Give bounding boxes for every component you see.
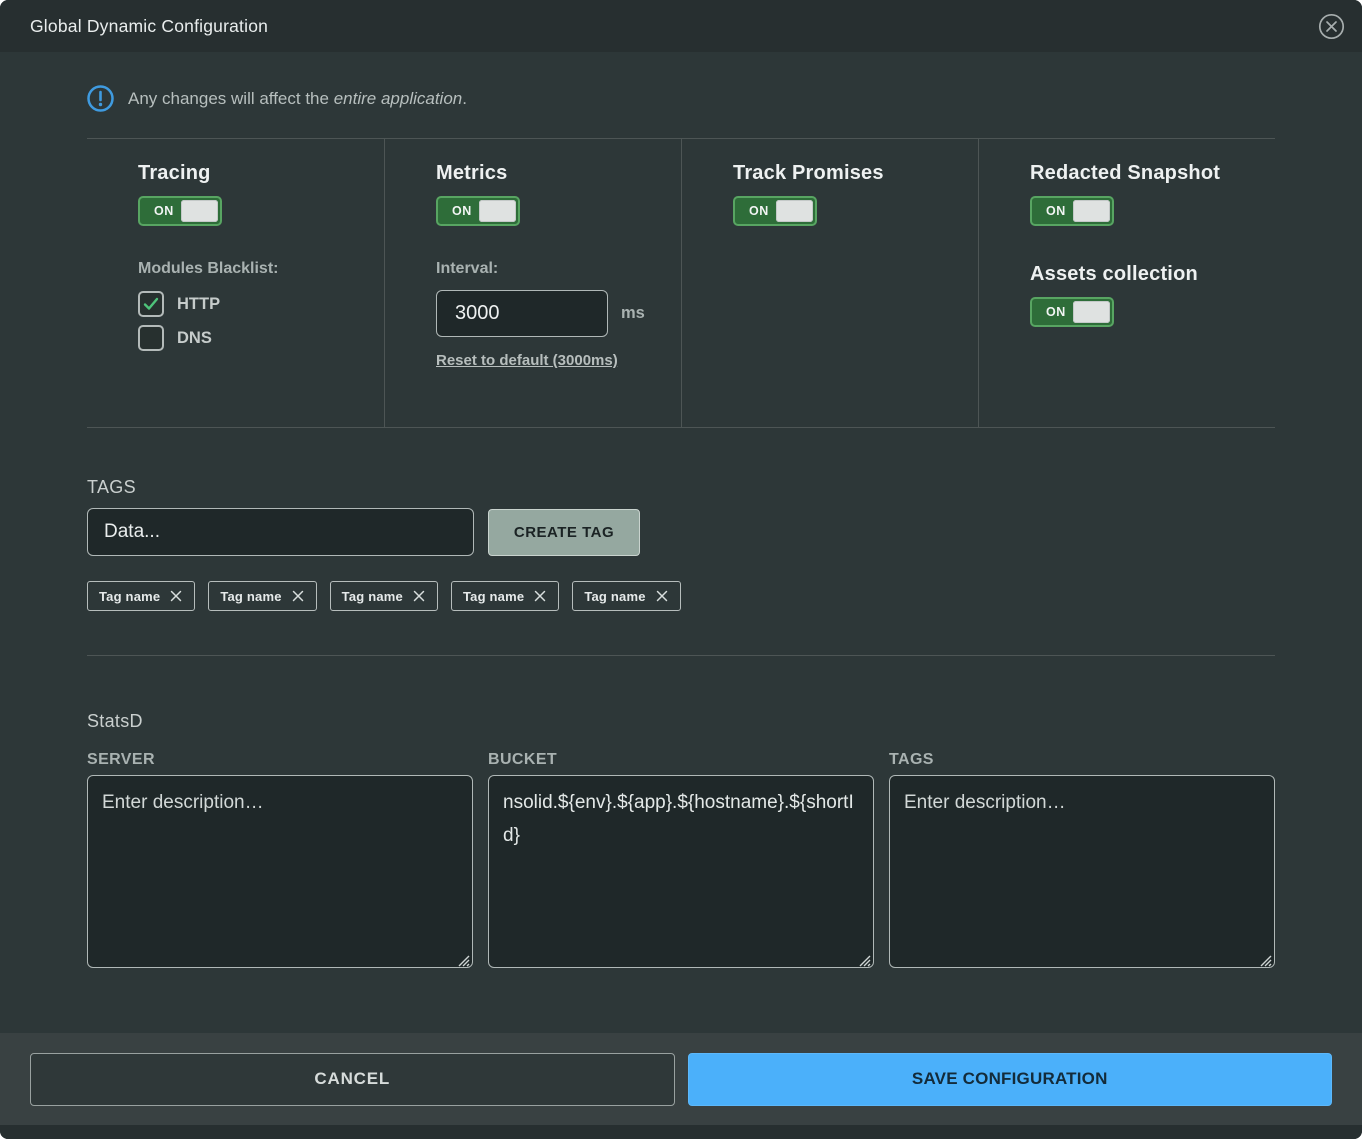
checkmark-icon xyxy=(143,297,159,311)
statsd-server-field: SERVER xyxy=(87,751,473,973)
assets-collection-title: Assets collection xyxy=(1030,263,1259,286)
interval-unit: ms xyxy=(621,304,645,323)
notice-text: Any changes will affect the entire appli… xyxy=(128,89,467,109)
tag-chip: Tag name xyxy=(451,581,559,611)
remove-tag-button[interactable] xyxy=(533,589,547,603)
x-icon xyxy=(655,589,669,603)
global-dynamic-configuration-modal: Global Dynamic Configuration Any changes… xyxy=(0,0,1362,1139)
interval-label: Interval: xyxy=(436,260,665,278)
modal-header: Global Dynamic Configuration xyxy=(0,0,1362,52)
modules-blacklist-label: Modules Blacklist: xyxy=(138,260,368,278)
statsd-tags-textarea[interactable] xyxy=(889,775,1275,968)
assets-collection-toggle[interactable]: ON xyxy=(1030,297,1114,327)
toggle-knob xyxy=(1073,200,1110,222)
http-checkbox[interactable] xyxy=(138,291,164,317)
info-icon xyxy=(87,85,114,112)
statsd-tags-field: TAGS xyxy=(889,751,1275,973)
save-configuration-button[interactable]: SAVE CONFIGURATION xyxy=(688,1053,1333,1106)
modal-body: Any changes will affect the entire appli… xyxy=(0,52,1362,1033)
toggle-knob xyxy=(181,200,218,222)
track-promises-title: Track Promises xyxy=(733,162,962,185)
tag-chip: Tag name xyxy=(572,581,680,611)
tag-chip-label: Tag name xyxy=(220,589,281,604)
interval-input[interactable] xyxy=(436,290,608,337)
tag-chip-list: Tag name Tag name Tag name Tag name Tag … xyxy=(87,581,1275,611)
tag-chip-label: Tag name xyxy=(342,589,403,604)
notice-banner: Any changes will affect the entire appli… xyxy=(87,85,1275,112)
redacted-snapshot-title: Redacted Snapshot xyxy=(1030,162,1259,185)
panel-redacted-snapshot: Redacted Snapshot ON Assets collection O… xyxy=(978,139,1275,427)
dns-checkbox[interactable] xyxy=(138,325,164,351)
tag-chip: Tag name xyxy=(330,581,438,611)
toggle-on-label: ON xyxy=(452,204,472,218)
bucket-label: BUCKET xyxy=(488,751,874,769)
statsd-grid: SERVER BUCKET nsolid.${env}.${app}.${hos… xyxy=(87,751,1275,973)
modal-footer: CANCEL SAVE CONFIGURATION xyxy=(0,1033,1362,1125)
tag-chip-label: Tag name xyxy=(463,589,524,604)
toggle-on-label: ON xyxy=(154,204,174,218)
redacted-snapshot-toggle[interactable]: ON xyxy=(1030,196,1114,226)
x-icon xyxy=(169,589,183,603)
metrics-title: Metrics xyxy=(436,162,665,185)
modal-bottom-edge xyxy=(0,1125,1362,1139)
tag-chip-label: Tag name xyxy=(584,589,645,604)
server-label: SERVER xyxy=(87,751,473,769)
toggle-on-label: ON xyxy=(1046,204,1066,218)
tag-chip: Tag name xyxy=(208,581,316,611)
checkbox-row-http[interactable]: HTTP xyxy=(138,291,368,317)
tags-input-row: CREATE TAG xyxy=(87,508,1275,556)
tag-chip: Tag name xyxy=(87,581,195,611)
page-title: Global Dynamic Configuration xyxy=(30,16,1317,37)
statsd-bucket-field: BUCKET nsolid.${env}.${app}.${hostname}.… xyxy=(488,751,874,973)
reset-default-link[interactable]: Reset to default (3000ms) xyxy=(436,352,618,369)
close-icon xyxy=(1318,13,1345,40)
metrics-toggle[interactable]: ON xyxy=(436,196,520,226)
track-promises-toggle[interactable]: ON xyxy=(733,196,817,226)
toggle-knob xyxy=(1073,301,1110,323)
toggle-on-label: ON xyxy=(1046,305,1066,319)
dns-checkbox-label: DNS xyxy=(177,329,212,348)
remove-tag-button[interactable] xyxy=(412,589,426,603)
remove-tag-button[interactable] xyxy=(291,589,305,603)
statsd-section: StatsD SERVER BUCKET nsolid.${env}.${app… xyxy=(87,711,1275,973)
x-icon xyxy=(533,589,547,603)
panel-tracing: Tracing ON Modules Blacklist: HTTP xyxy=(87,139,384,427)
x-icon xyxy=(291,589,305,603)
server-textarea[interactable] xyxy=(87,775,473,968)
tracing-toggle[interactable]: ON xyxy=(138,196,222,226)
panel-track-promises: Track Promises ON xyxy=(681,139,978,427)
toggle-knob xyxy=(776,200,813,222)
tags-section: TAGS CREATE TAG Tag name Tag name Tag na… xyxy=(87,477,1275,611)
tags-section-label: TAGS xyxy=(87,477,1275,498)
remove-tag-button[interactable] xyxy=(655,589,669,603)
section-divider xyxy=(87,655,1275,656)
remove-tag-button[interactable] xyxy=(169,589,183,603)
x-icon xyxy=(412,589,426,603)
close-button[interactable] xyxy=(1317,12,1345,40)
interval-row: ms xyxy=(436,290,665,337)
toggle-on-label: ON xyxy=(749,204,769,218)
tag-name-input[interactable] xyxy=(87,508,474,556)
statsd-section-label: StatsD xyxy=(87,711,1275,732)
checkbox-row-dns[interactable]: DNS xyxy=(138,325,368,351)
tracing-title: Tracing xyxy=(138,162,368,185)
create-tag-button[interactable]: CREATE TAG xyxy=(488,509,640,556)
statsd-tags-label: TAGS xyxy=(889,751,1275,769)
settings-grid: Tracing ON Modules Blacklist: HTTP xyxy=(87,138,1275,428)
panel-metrics: Metrics ON Interval: ms Reset to default… xyxy=(384,139,681,427)
tag-chip-label: Tag name xyxy=(99,589,160,604)
cancel-button[interactable]: CANCEL xyxy=(30,1053,675,1106)
http-checkbox-label: HTTP xyxy=(177,295,220,314)
toggle-knob xyxy=(479,200,516,222)
bucket-textarea[interactable]: nsolid.${env}.${app}.${hostname}.${short… xyxy=(488,775,874,968)
